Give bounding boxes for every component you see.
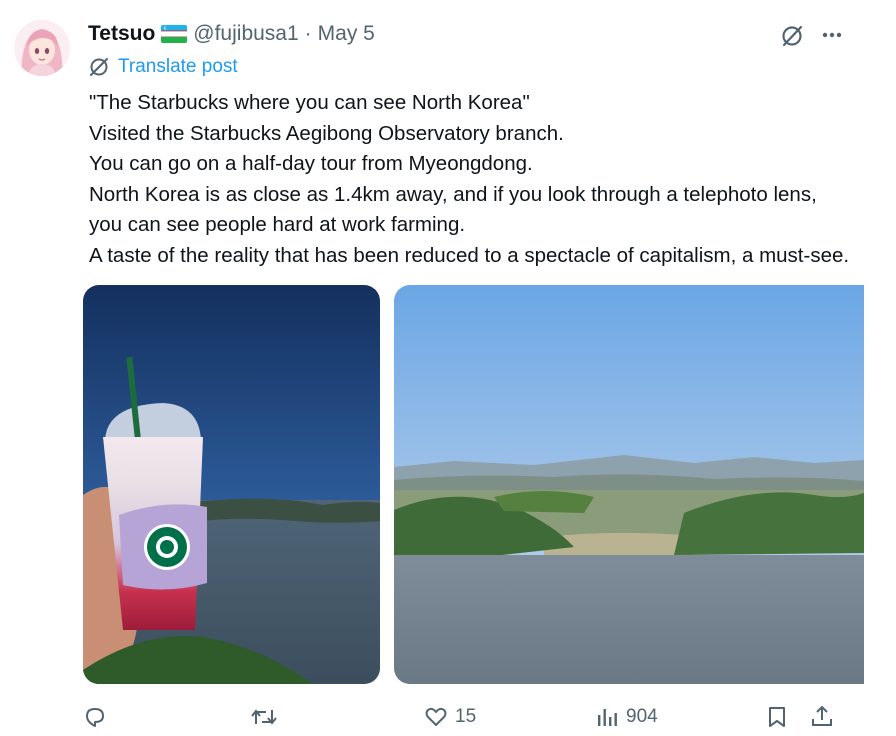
views-button[interactable]: 904 xyxy=(594,704,658,730)
more-options-button[interactable] xyxy=(818,22,848,50)
post-text: "The Starbucks where you can see North K… xyxy=(89,88,869,272)
post-photo-north-korea-view[interactable] xyxy=(394,285,864,684)
post-text-line: Visited the Starbucks Aegibong Observato… xyxy=(89,121,564,145)
author-name[interactable]: Tetsuo xyxy=(88,22,155,46)
post-text-line: you can see people hard at work farming. xyxy=(89,213,466,237)
repost-button[interactable] xyxy=(249,704,285,730)
author-handle[interactable]: @fujibusa1 xyxy=(193,22,298,46)
translate-icon xyxy=(90,58,108,76)
like-button[interactable]: 15 xyxy=(423,704,476,730)
avatar-image xyxy=(14,20,70,76)
share-button[interactable] xyxy=(809,704,835,730)
more-icon xyxy=(822,32,842,38)
post-text-line: You can go on a half-day tour from Myeon… xyxy=(89,152,533,176)
separator-dot: · xyxy=(304,22,312,45)
reply-icon xyxy=(86,708,104,727)
translate-label: Translate post xyxy=(118,56,238,77)
bookmark-icon xyxy=(769,707,785,727)
avatar[interactable] xyxy=(14,20,70,76)
repost-icon xyxy=(251,709,277,725)
post-photo-starbucks-cup[interactable] xyxy=(83,285,380,684)
post-text-line: North Korea is as close as 1.4km away, a… xyxy=(89,182,817,206)
post-text-line: "The Starbucks where you can see North K… xyxy=(89,91,530,114)
post-header: Tetsuo @fujibusa1 · May 5 xyxy=(88,20,375,48)
views-icon xyxy=(598,709,617,726)
grok-button[interactable] xyxy=(778,22,808,50)
like-count: 15 xyxy=(455,706,477,727)
heart-icon xyxy=(425,707,447,726)
bookmark-button[interactable] xyxy=(764,704,790,730)
share-icon xyxy=(812,705,832,726)
reply-button[interactable] xyxy=(82,704,114,730)
post-text-line: A taste of the reality that has been red… xyxy=(89,243,850,267)
translate-post-link[interactable]: Translate post xyxy=(88,56,238,78)
post-date[interactable]: May 5 xyxy=(318,22,375,46)
grok-icon xyxy=(782,25,803,47)
views-count: 904 xyxy=(626,706,658,727)
post-actions-bar: 15 904 xyxy=(0,700,896,736)
uzbekistan-flag-icon xyxy=(161,25,188,43)
